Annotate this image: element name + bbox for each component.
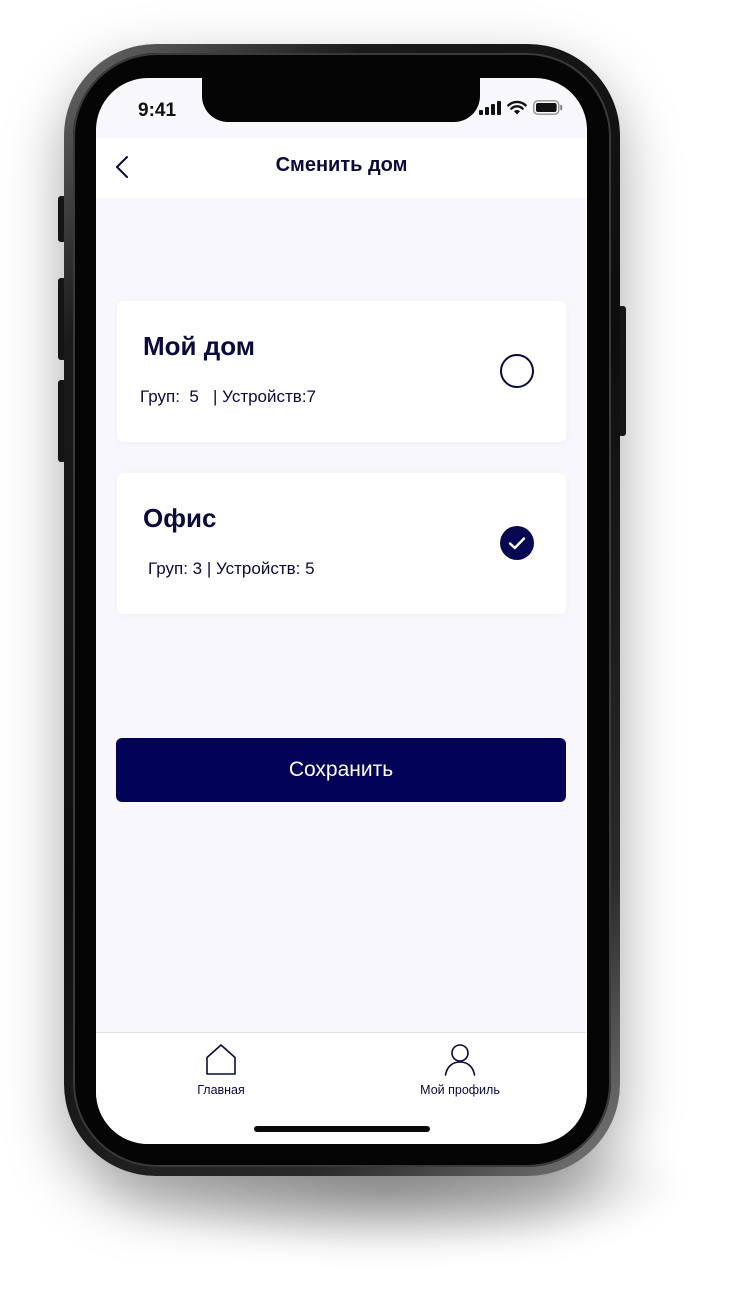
app-screen: 9:41 Сменить дом Мой дом Груп: 5 | Устро… [96, 78, 587, 1144]
status-icons [479, 100, 563, 120]
radio-selected-check-icon[interactable] [500, 526, 534, 560]
tab-profile[interactable]: Мой профиль [390, 1043, 530, 1097]
battery-icon [533, 100, 563, 120]
cellular-signal-icon [479, 100, 501, 120]
home-name: Офис [143, 503, 217, 533]
save-button[interactable]: Сохранить [116, 738, 566, 802]
phone-mockup: 9:41 Сменить дом Мой дом Груп: 5 | Устро… [0, 0, 744, 1307]
home-option-office[interactable]: Офис Груп: 3 | Устройств: 5 [117, 473, 566, 614]
wifi-icon [507, 100, 527, 120]
home-stats: Груп: 5 | Устройств:7 [140, 387, 317, 406]
status-time: 9:41 [138, 100, 177, 121]
page-title: Сменить дом [275, 154, 408, 176]
tab-home[interactable]: Главная [151, 1043, 291, 1097]
user-icon [443, 1043, 477, 1081]
home-icon [204, 1043, 238, 1081]
radio-unselected-icon[interactable] [500, 354, 534, 388]
tab-home-label: Главная [197, 1083, 245, 1097]
home-stats: Груп: 3 | Устройств: 5 [148, 559, 315, 578]
notch [202, 78, 480, 122]
tab-profile-label: Мой профиль [420, 1083, 500, 1097]
home-indicator [254, 1126, 430, 1132]
home-name: Мой дом [143, 331, 256, 361]
home-option-my-home[interactable]: Мой дом Груп: 5 | Устройств:7 [117, 301, 566, 442]
